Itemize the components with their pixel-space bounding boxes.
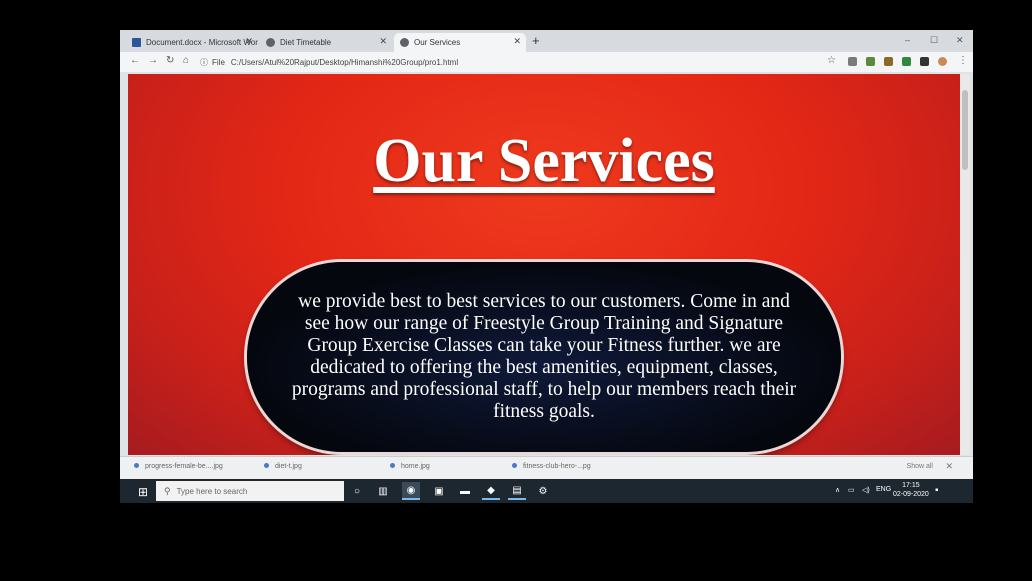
tab-strip: Document.docx - Microsoft Wor ✕ Diet Tim… [120, 30, 973, 52]
bookmark-star-icon[interactable]: ☆ [827, 55, 836, 66]
address-bar[interactable]: ⓘ File C:/Users/Atul%20Rajput/Desktop/Hi… [200, 55, 820, 69]
file-icon [512, 463, 517, 468]
chrome-icon[interactable]: ◉ [402, 482, 420, 500]
page-title: Our Services [373, 127, 715, 195]
scrollbar[interactable] [960, 74, 970, 455]
download-item[interactable]: home.jpg [390, 463, 430, 470]
maximize-button[interactable]: ☐ [930, 35, 938, 46]
word-taskbar-icon[interactable]: ▤ [508, 482, 526, 500]
new-tab-button[interactable]: + [532, 33, 540, 48]
search-placeholder: Type here to search [176, 486, 248, 496]
show-all-button[interactable]: Show all [907, 463, 933, 470]
reload-button[interactable]: ↻ [166, 55, 174, 66]
extension-icon[interactable] [902, 57, 911, 66]
volume-icon[interactable]: ◁) [862, 486, 870, 494]
file-icon [134, 463, 139, 468]
url-text[interactable]: C:/Users/Atul%20Rajput/Desktop/Himanshi%… [231, 58, 458, 67]
globe-icon [266, 38, 275, 47]
monitor-screen: Document.docx - Microsoft Wor ✕ Diet Tim… [120, 30, 973, 503]
tab-diet-timetable[interactable]: Diet Timetable ✕ [260, 33, 392, 52]
word-icon [132, 38, 141, 47]
close-icon[interactable]: ✕ [379, 36, 387, 47]
avatar[interactable] [938, 57, 947, 66]
menu-icon[interactable]: ⋮ [958, 55, 968, 66]
task-view-icon[interactable]: ▥ [374, 482, 392, 500]
scheme-label: File [212, 57, 225, 67]
extension-icon[interactable] [848, 57, 857, 66]
tab-our-services[interactable]: Our Services ✕ [394, 33, 526, 52]
clock[interactable]: 17:15 02-09-2020 [893, 481, 929, 499]
start-button[interactable]: ⊞ [138, 485, 148, 499]
tab-title: Our Services [414, 38, 461, 47]
browser-toolbar: ← → ↻ ⌂ ⓘ File C:/Users/Atul%20Rajput/De… [120, 52, 973, 72]
clock-date: 02-09-2020 [893, 491, 929, 498]
taskbar-search-input[interactable]: ⚲ Type here to search [156, 481, 344, 501]
download-item[interactable]: diet-t.jpg [264, 463, 302, 470]
globe-icon [400, 38, 409, 47]
folder-icon[interactable]: ▬ [456, 482, 474, 500]
clock-time: 17:15 [902, 482, 920, 489]
tab-document[interactable]: Document.docx - Microsoft Wor ✕ [126, 33, 258, 52]
close-icon[interactable]: ✕ [245, 36, 253, 47]
extension-icon[interactable] [866, 57, 875, 66]
file-icon [264, 463, 269, 468]
notification-icon[interactable]: ▪ [935, 485, 939, 496]
page-viewport: Our Services we provide best to best ser… [128, 74, 960, 455]
scrollbar-thumb[interactable] [962, 90, 968, 170]
services-description: we provide best to best services to our … [291, 291, 797, 422]
photos-icon[interactable]: ◆ [482, 482, 500, 500]
chevron-up-icon[interactable]: ∧ [835, 486, 840, 494]
back-button[interactable]: ← [130, 55, 140, 66]
file-icon [390, 463, 395, 468]
store-icon[interactable]: ▣ [430, 482, 448, 500]
search-icon: ⚲ [164, 485, 171, 496]
close-icon[interactable]: ✕ [513, 36, 521, 47]
services-card: we provide best to best services to our … [247, 262, 841, 452]
forward-button[interactable]: → [148, 55, 158, 66]
home-button[interactable]: ⌂ [183, 55, 189, 66]
cortana-icon[interactable]: ○ [348, 482, 366, 500]
settings-icon[interactable]: ⚙ [534, 482, 552, 500]
close-icon[interactable]: ✕ [945, 461, 953, 472]
download-item[interactable]: progress-female-be....jpg [134, 463, 223, 470]
info-icon[interactable]: ⓘ [200, 57, 208, 68]
puzzle-icon[interactable] [920, 57, 929, 66]
battery-icon[interactable]: ▭ [848, 486, 855, 494]
minimize-button[interactable]: – [905, 35, 910, 45]
language-indicator[interactable]: ENG [876, 486, 891, 493]
taskbar: ⊞ ⚲ Type here to search ○ ▥ ◉ ▣ ▬ ◆ ▤ ⚙ … [120, 479, 973, 503]
download-item[interactable]: fitness-club-hero-...pg [512, 463, 591, 470]
tab-title: Diet Timetable [280, 38, 332, 47]
shield-icon[interactable] [884, 57, 893, 66]
tab-title: Document.docx - Microsoft Wor [146, 38, 258, 47]
window-close-button[interactable]: ✕ [956, 35, 964, 46]
download-bar: progress-female-be....jpg diet-t.jpg hom… [120, 456, 973, 479]
